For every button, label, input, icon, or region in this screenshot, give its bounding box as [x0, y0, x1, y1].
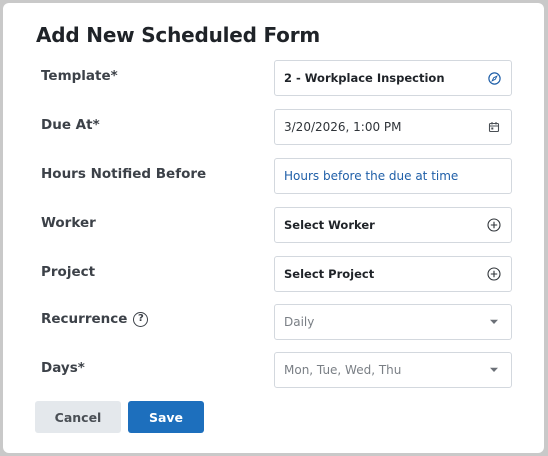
worker-label-text: Worker [41, 215, 96, 231]
days-value: Mon, Tue, Wed, Thu [284, 363, 402, 377]
template-label-text: Template* [41, 68, 118, 84]
recurrence-value: Daily [284, 315, 315, 329]
plus-circle-icon[interactable] [487, 218, 501, 232]
due-at-field[interactable]: 3/20/2026, 1:00 PM [274, 109, 512, 145]
days-select[interactable]: Mon, Tue, Wed, Thu [274, 352, 512, 388]
recurrence-label: Recurrence ? [41, 311, 149, 327]
save-button[interactable]: Save [128, 401, 204, 433]
project-select[interactable]: Select Project [274, 256, 512, 292]
recurrence-label-text: Recurrence [41, 311, 128, 327]
scheduled-form-dialog: Add New Scheduled Form Template* 2 - Wor… [3, 3, 544, 453]
caret-down-icon[interactable] [487, 315, 501, 329]
template-field[interactable]: 2 - Workplace Inspection [274, 60, 512, 96]
due-at-label-text: Due At* [41, 117, 100, 133]
project-label: Project [41, 264, 95, 280]
worker-select[interactable]: Select Worker [274, 207, 512, 243]
days-label: Days* [41, 360, 85, 376]
dialog-title: Add New Scheduled Form [36, 23, 321, 47]
template-label: Template* [41, 68, 118, 84]
question-circle-icon[interactable]: ? [133, 311, 149, 327]
project-label-text: Project [41, 264, 96, 280]
hours-notified-input[interactable]: Hours before the due at time [274, 158, 512, 194]
recurrence-select[interactable]: Daily [274, 304, 512, 340]
calendar-icon[interactable] [487, 120, 501, 134]
hours-notified-label: Hours Notified Before [41, 166, 206, 182]
plus-circle-icon[interactable] [487, 267, 501, 281]
project-value: Select Project [284, 267, 375, 281]
hours-notified-label-text: Hours Notified Before [41, 166, 207, 182]
days-label-text: Days* [41, 360, 85, 376]
cancel-button[interactable]: Cancel [35, 401, 121, 433]
due-at-value: 3/20/2026, 1:00 PM [284, 120, 402, 134]
compass-icon[interactable] [487, 71, 501, 85]
hours-notified-placeholder: Hours before the due at time [284, 169, 459, 183]
worker-label: Worker [41, 215, 96, 231]
worker-value: Select Worker [284, 218, 375, 232]
due-at-label: Due At* [41, 117, 100, 133]
template-value: 2 - Workplace Inspection [284, 71, 445, 85]
caret-down-icon[interactable] [487, 363, 501, 377]
